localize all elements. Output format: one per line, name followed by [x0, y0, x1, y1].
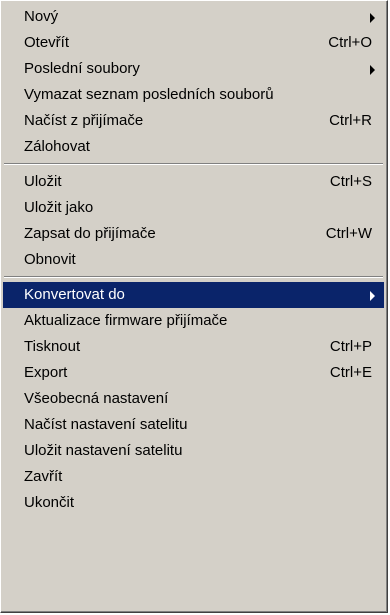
- menu-item-label: Aktualizace firmware přijímače: [24, 312, 228, 329]
- menu-item-otevrit[interactable]: Otevřít Ctrl+O: [3, 30, 384, 56]
- menu-item-ulozit-jako[interactable]: Uložit jako: [3, 195, 384, 221]
- menu-item-shortcut: Ctrl+W: [325, 225, 372, 242]
- menu-item-label: Konvertovat do: [24, 286, 125, 303]
- menu-separator: [3, 160, 384, 169]
- menu-item-label: Export: [24, 364, 68, 381]
- submenu-arrow-icon: [370, 65, 375, 75]
- menu-item-label: Uložit jako: [24, 199, 94, 216]
- menu-item-zapsat-do-prijimace[interactable]: Zapsat do přijímače Ctrl+W: [3, 221, 384, 247]
- menu-list: Nový Otevřít Ctrl+O Poslední soubory Vymazat…: [1, 1, 387, 612]
- menu-item-label: Ukončit: [24, 494, 75, 511]
- menu-item-nacist-z-prijimace[interactable]: Načíst z přijímače Ctrl+R: [3, 108, 384, 134]
- menu-item-novy[interactable]: Nový: [3, 4, 384, 30]
- menu-item-label: Uložit nastavení satelitu: [24, 442, 183, 459]
- menu-item-label: Obnovit: [24, 251, 76, 268]
- menu-item-shortcut: Ctrl+P: [329, 338, 372, 355]
- menu-item-label: Zálohovat: [24, 138, 90, 155]
- menu-item-label: Načíst z přijímače: [24, 112, 144, 129]
- menu-item-label: Nový: [24, 8, 59, 25]
- menu-item-shortcut: Ctrl+R: [329, 112, 372, 129]
- menu-item-aktualizace-firmware-prijimace[interactable]: Aktualizace firmware přijímače: [3, 308, 384, 334]
- menu-item-zalohovat[interactable]: Zálohovat: [3, 134, 384, 160]
- menu-item-label: Všeobecná nastavení: [24, 390, 169, 407]
- menu-item-ulozit-nastaveni-satelitu[interactable]: Uložit nastavení satelitu: [3, 438, 384, 464]
- menu-separator: [3, 273, 384, 282]
- menu-item-label: Tisknout: [24, 338, 81, 355]
- menu-item-label: Otevřít: [24, 34, 70, 51]
- menu-item-posledni-soubory[interactable]: Poslední soubory: [3, 56, 384, 82]
- menu-item-nacist-nastaveni-satelitu[interactable]: Načíst nastavení satelitu: [3, 412, 384, 438]
- menu-item-shortcut: Ctrl+E: [329, 364, 372, 381]
- menu-item-shortcut: Ctrl+S: [329, 173, 372, 190]
- menu-item-shortcut: Ctrl+O: [328, 34, 372, 51]
- submenu-arrow-icon: [370, 13, 375, 23]
- context-menu: Nový Otevřít Ctrl+O Poslední soubory Vymazat…: [0, 0, 388, 613]
- submenu-arrow-icon: [370, 291, 375, 301]
- menu-item-label: Načíst nastavení satelitu: [24, 416, 188, 433]
- menu-item-label: Uložit: [24, 173, 62, 190]
- menu-item-label: Zapsat do přijímače: [24, 225, 156, 242]
- menu-item-ukoncit[interactable]: Ukončit: [3, 490, 384, 516]
- menu-item-vseobecna-nastaveni[interactable]: Všeobecná nastavení: [3, 386, 384, 412]
- menu-item-obnovit[interactable]: Obnovit: [3, 247, 384, 273]
- menu-item-label: Vymazat seznam posledních souborů: [24, 86, 274, 103]
- menu-item-label: Zavřít: [24, 468, 63, 485]
- menu-item-ulozit[interactable]: Uložit Ctrl+S: [3, 169, 384, 195]
- menu-item-tisknout[interactable]: Tisknout Ctrl+P: [3, 334, 384, 360]
- menu-item-vymazat-seznam-poslednich-souboru[interactable]: Vymazat seznam posledních souborů: [3, 82, 384, 108]
- menu-item-konvertovat-do[interactable]: Konvertovat do: [3, 282, 384, 308]
- menu-item-export[interactable]: Export Ctrl+E: [3, 360, 384, 386]
- menu-item-zavrit[interactable]: Zavřít: [3, 464, 384, 490]
- menu-item-label: Poslední soubory: [24, 60, 140, 77]
